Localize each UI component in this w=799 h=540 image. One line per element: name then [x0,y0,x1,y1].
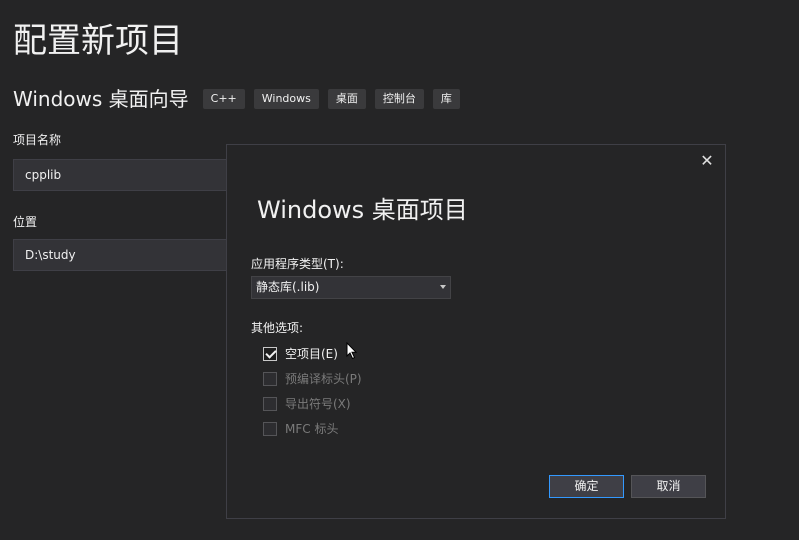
project-name-label: 项目名称 [13,133,62,147]
checkbox-icon [263,371,277,386]
option-label: 空项目(E) [285,347,338,361]
app-type-select[interactable]: 静态库(.lib) [251,276,451,299]
option-export-symbols: 导出符号(X) [263,395,351,412]
location-label: 位置 [13,215,38,229]
checkbox-icon [263,421,277,436]
tag-windows: Windows [253,89,319,109]
app-type-label: 应用程序类型(T): [251,257,344,271]
mouse-cursor-icon [346,342,358,360]
option-mfc-header: MFC 标头 [263,420,338,437]
chevron-down-icon [440,285,446,289]
location-input[interactable]: D:\study [13,239,253,271]
checkbox-checked-icon[interactable] [263,346,277,361]
subtitle-row: Windows 桌面向导 C++ Windows 桌面 控制台 库 [13,86,469,112]
checkbox-icon [263,396,277,411]
option-empty-project[interactable]: 空项目(E) [263,345,338,362]
wizard-subtitle: Windows 桌面向导 [13,87,189,111]
page-title: 配置新项目 [13,21,183,61]
tag-console: 控制台 [374,89,424,109]
tag-desktop: 桌面 [327,89,366,109]
tag-library: 库 [432,89,460,109]
option-precompiled-header: 预编译标头(P) [263,370,362,387]
tag-cpp: C++ [202,89,245,109]
close-icon[interactable]: ✕ [697,151,717,171]
dialog-title: Windows 桌面项目 [257,196,468,224]
option-label: 导出符号(X) [285,397,351,411]
app-type-selected-value: 静态库(.lib) [256,280,320,294]
option-label: 预编译标头(P) [285,372,362,386]
option-label: MFC 标头 [285,422,339,436]
other-options-label: 其他选项: [251,321,304,335]
cancel-button[interactable]: 取消 [631,475,706,498]
ok-button[interactable]: 确定 [549,475,624,498]
project-name-input[interactable]: cpplib [13,159,253,191]
windows-desktop-project-dialog: ✕ Windows 桌面项目 应用程序类型(T): 静态库(.lib) 其他选项… [226,144,726,519]
